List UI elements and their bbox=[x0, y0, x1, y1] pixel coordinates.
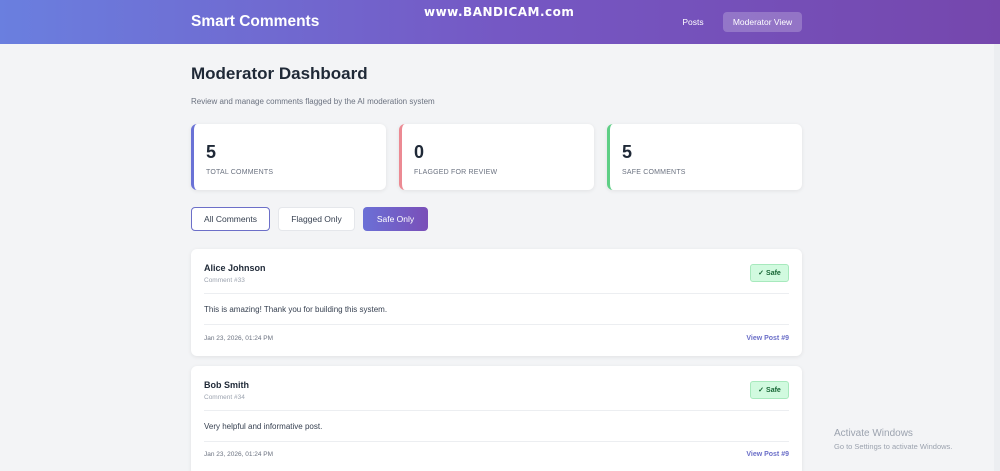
stat-label: TOTAL COMMENTS bbox=[206, 169, 274, 176]
comment-date: Jan 23, 2026, 01:24 PM bbox=[204, 451, 274, 458]
status-badge: ✓ Safe bbox=[750, 264, 789, 282]
status-badge: ✓ Safe bbox=[750, 381, 789, 399]
page-scrollbar[interactable] bbox=[994, 44, 1000, 471]
check-icon: ✓ bbox=[758, 387, 765, 394]
divider bbox=[204, 410, 789, 411]
divider bbox=[204, 441, 789, 442]
filter-flagged-only-button[interactable]: Flagged Only bbox=[278, 207, 355, 231]
status-label: Safe bbox=[766, 386, 781, 394]
stat-card-flagged: 0 FLAGGED FOR REVIEW bbox=[399, 124, 594, 190]
recorder-watermark: www.BANDICAM.com bbox=[424, 5, 575, 19]
comment-author: Alice Johnson bbox=[204, 263, 266, 273]
divider bbox=[204, 324, 789, 325]
comment-date: Jan 23, 2026, 01:24 PM bbox=[204, 335, 274, 342]
stat-card-safe: 5 SAFE COMMENTS bbox=[607, 124, 802, 190]
check-icon: ✓ bbox=[758, 270, 765, 277]
stat-label: SAFE COMMENTS bbox=[622, 169, 686, 176]
comment-card: Alice Johnson Comment #33 ✓ Safe This is… bbox=[191, 249, 802, 356]
filter-all-comments-button[interactable]: All Comments bbox=[191, 207, 270, 231]
view-post-link[interactable]: View Post #9 bbox=[746, 335, 789, 342]
page-title: Moderator Dashboard bbox=[191, 64, 368, 83]
stat-value: 5 bbox=[622, 142, 633, 162]
stat-card-total: 5 TOTAL COMMENTS bbox=[191, 124, 386, 190]
comment-card: Bob Smith Comment #34 ✓ Safe Very helpfu… bbox=[191, 366, 802, 471]
status-label: Safe bbox=[766, 269, 781, 277]
app-brand[interactable]: Smart Comments bbox=[191, 13, 319, 31]
top-navbar: Smart Comments www.BANDICAM.com Posts Mo… bbox=[0, 0, 1000, 44]
stat-label: FLAGGED FOR REVIEW bbox=[414, 169, 498, 176]
page-subtitle: Review and manage comments flagged by th… bbox=[191, 97, 435, 106]
comment-author: Bob Smith bbox=[204, 380, 249, 390]
nav-posts-link[interactable]: Posts bbox=[673, 12, 713, 32]
activate-windows-overlay: Activate Windows Go to Settings to activ… bbox=[834, 428, 952, 451]
comment-id: Comment #33 bbox=[204, 277, 245, 284]
view-post-link[interactable]: View Post #9 bbox=[746, 451, 789, 458]
activate-windows-title: Activate Windows bbox=[834, 428, 913, 439]
comment-text: Very helpful and informative post. bbox=[204, 422, 323, 431]
comment-id: Comment #34 bbox=[204, 394, 245, 401]
stat-value: 5 bbox=[206, 142, 217, 162]
stat-value: 0 bbox=[414, 142, 425, 162]
activate-windows-message: Go to Settings to activate Windows. bbox=[834, 442, 953, 451]
comment-text: This is amazing! Thank you for building … bbox=[204, 305, 388, 314]
nav-moderator-view-button[interactable]: Moderator View bbox=[723, 12, 802, 32]
divider bbox=[204, 293, 789, 294]
filter-safe-only-button[interactable]: Safe Only bbox=[363, 207, 428, 231]
